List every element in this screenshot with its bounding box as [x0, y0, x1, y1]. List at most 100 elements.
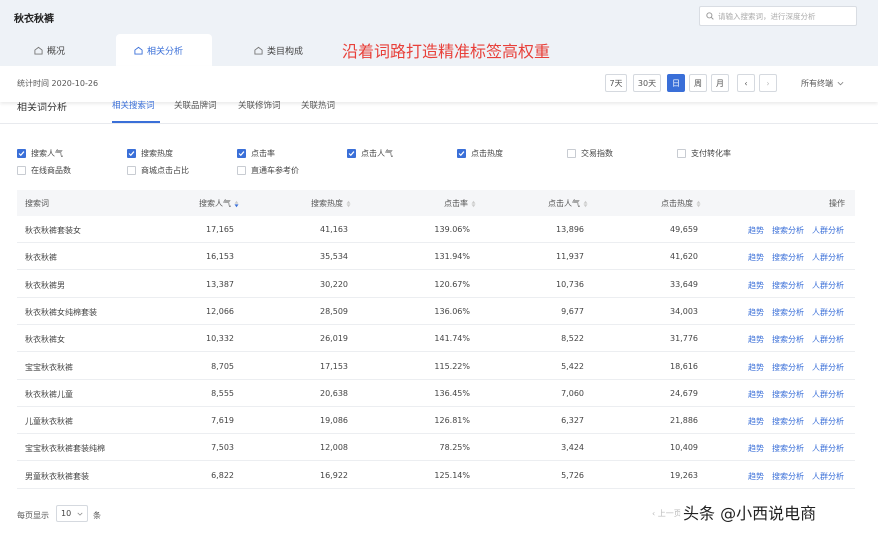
crowd-analysis-link[interactable]: 人群分析 — [812, 389, 844, 400]
crowd-analysis-link[interactable]: 人群分析 — [812, 307, 844, 318]
metric-option[interactable]: 点击率 — [237, 148, 275, 159]
header-search-pop[interactable]: 搜索人气 — [199, 198, 239, 209]
header-click-pop[interactable]: 点击人气 — [548, 198, 588, 209]
header-ctr[interactable]: 点击率 — [444, 198, 476, 209]
checkbox-checked-icon[interactable] — [347, 149, 356, 158]
cell-search-heat: 35,534 — [320, 252, 348, 262]
subtab-hot[interactable]: 关联热词 — [301, 99, 335, 112]
search-analysis-link[interactable]: 搜索分析 — [772, 389, 804, 400]
cell-click-pop: 8,522 — [561, 334, 584, 344]
subtab-modifier[interactable]: 关联修饰词 — [238, 99, 281, 112]
period-day-button[interactable]: 日 — [667, 74, 685, 92]
trend-link[interactable]: 趋势 — [748, 389, 764, 400]
terminal-label: 所有终端 — [801, 79, 833, 88]
header-ops: 操作 — [829, 199, 845, 208]
search-input[interactable] — [718, 11, 853, 21]
period-30d-button[interactable]: 30天 — [633, 74, 661, 92]
cell-click-heat: 31,776 — [670, 334, 698, 344]
crowd-analysis-link[interactable]: 人群分析 — [812, 471, 844, 482]
cell-search-pop: 7,619 — [211, 416, 234, 426]
metric-option[interactable]: 搜索人气 — [17, 148, 63, 159]
tab-category[interactable]: 类目构成 — [254, 34, 303, 66]
period-7d-button[interactable]: 7天 — [605, 74, 627, 92]
chevron-down-icon — [837, 81, 844, 86]
cell-click-pop: 11,937 — [556, 252, 584, 262]
cell-search-pop: 6,822 — [211, 470, 234, 480]
cell-search-heat: 41,163 — [320, 225, 348, 234]
prev-period-button[interactable]: ‹ — [737, 74, 755, 92]
checkbox-icon[interactable] — [127, 166, 136, 175]
cell-search-pop: 12,066 — [206, 306, 234, 316]
trend-link[interactable]: 趋势 — [748, 416, 764, 427]
trend-link[interactable]: 趋势 — [748, 307, 764, 318]
period-month-button[interactable]: 月 — [711, 74, 729, 92]
trend-link[interactable]: 趋势 — [748, 443, 764, 454]
table-row: 秋衣秋裤女纯棉套装 12,066 28,509 136.06% 9,677 34,003 趋… — [17, 298, 855, 325]
checkbox-icon[interactable] — [567, 149, 576, 158]
trend-link[interactable]: 趋势 — [748, 471, 764, 482]
stats-bar: 统计时间 2020-10-26 7天 30天 日 周 月 ‹ › 所有终端 — [0, 66, 878, 102]
table-row: 儿童秋衣秋裤 7,619 19,086 126.81% 6,327 21,886 趋势 搜索分… — [17, 407, 855, 435]
subtab-brand[interactable]: 关联品牌词 — [174, 99, 217, 112]
crowd-analysis-link[interactable]: 人群分析 — [812, 252, 844, 263]
cell-ctr: 139.06% — [434, 225, 470, 234]
metric-option[interactable]: 点击人气 — [347, 148, 393, 159]
metric-option[interactable]: 交易指数 — [567, 148, 613, 159]
checkbox-icon[interactable] — [677, 149, 686, 158]
trend-link[interactable]: 趋势 — [748, 362, 764, 373]
metric-option[interactable]: 商城点击占比 — [127, 165, 189, 176]
search-analysis-link[interactable]: 搜索分析 — [772, 416, 804, 427]
terminal-select[interactable]: 所有终端 — [801, 78, 844, 89]
header-click-heat[interactable]: 点击热度 — [661, 198, 701, 209]
search-analysis-link[interactable]: 搜索分析 — [772, 471, 804, 482]
crowd-analysis-link[interactable]: 人群分析 — [812, 334, 844, 345]
metric-option[interactable]: 点击热度 — [457, 148, 503, 159]
metric-label: 在线商品数 — [31, 166, 71, 175]
subtab-related-search[interactable]: 相关搜索词 — [112, 99, 155, 112]
crowd-analysis-link[interactable]: 人群分析 — [812, 443, 844, 454]
search-analysis-link[interactable]: 搜索分析 — [772, 443, 804, 454]
search-analysis-link[interactable]: 搜索分析 — [772, 362, 804, 373]
table-row: 秋衣秋裤套装女 17,165 41,163 139.06% 13,896 49,659 趋势… — [17, 216, 855, 243]
cell-keyword: 秋衣秋裤 — [25, 253, 57, 263]
page-size-select[interactable]: 10 — [56, 505, 88, 522]
checkbox-icon[interactable] — [237, 166, 246, 175]
header-keyword: 搜索词 — [25, 199, 49, 208]
cell-keyword: 宝宝秋衣秋裤 — [25, 362, 73, 372]
metric-option[interactable]: 直通车参考价 — [237, 165, 299, 176]
search-box[interactable] — [699, 6, 857, 26]
crowd-analysis-link[interactable]: 人群分析 — [812, 280, 844, 291]
tab-related-analysis[interactable]: 相关分析 — [116, 34, 212, 66]
trend-link[interactable]: 趋势 — [748, 252, 764, 263]
prev-page-button[interactable]: ‹ 上一页 — [652, 508, 682, 519]
tab-overview[interactable]: 概况 — [34, 34, 65, 66]
checkbox-icon[interactable] — [17, 166, 26, 175]
trend-link[interactable]: 趋势 — [748, 280, 764, 291]
period-week-button[interactable]: 周 — [689, 74, 707, 92]
trend-link[interactable]: 趋势 — [748, 334, 764, 345]
cell-keyword: 男童秋衣秋裤套装 — [25, 471, 89, 481]
crowd-analysis-link[interactable]: 人群分析 — [812, 416, 844, 427]
crowd-analysis-link[interactable]: 人群分析 — [812, 362, 844, 373]
table-row: 秋衣秋裤男 13,387 30,220 120.67% 10,736 33,649 趋势 搜索… — [17, 271, 855, 298]
next-period-button[interactable]: › — [759, 74, 777, 92]
checkbox-checked-icon[interactable] — [127, 149, 136, 158]
home-icon — [134, 46, 143, 55]
search-analysis-link[interactable]: 搜索分析 — [772, 334, 804, 345]
checkbox-checked-icon[interactable] — [17, 149, 26, 158]
search-analysis-link[interactable]: 搜索分析 — [772, 307, 804, 318]
search-analysis-link[interactable]: 搜索分析 — [772, 252, 804, 263]
cell-click-heat: 34,003 — [670, 306, 698, 316]
checkbox-checked-icon[interactable] — [237, 149, 246, 158]
metric-option[interactable]: 在线商品数 — [17, 165, 71, 176]
search-analysis-link[interactable]: 搜索分析 — [772, 280, 804, 291]
crowd-analysis-link[interactable]: 人群分析 — [812, 225, 844, 236]
metric-option[interactable]: 支付转化率 — [677, 148, 731, 159]
trend-link[interactable]: 趋势 — [748, 225, 764, 236]
section-title: 相关词分析 — [17, 103, 67, 111]
search-analysis-link[interactable]: 搜索分析 — [772, 225, 804, 236]
checkbox-checked-icon[interactable] — [457, 149, 466, 158]
metric-label: 商城点击占比 — [141, 166, 189, 175]
metric-option[interactable]: 搜索热度 — [127, 148, 173, 159]
header-search-heat[interactable]: 搜索热度 — [311, 198, 351, 209]
